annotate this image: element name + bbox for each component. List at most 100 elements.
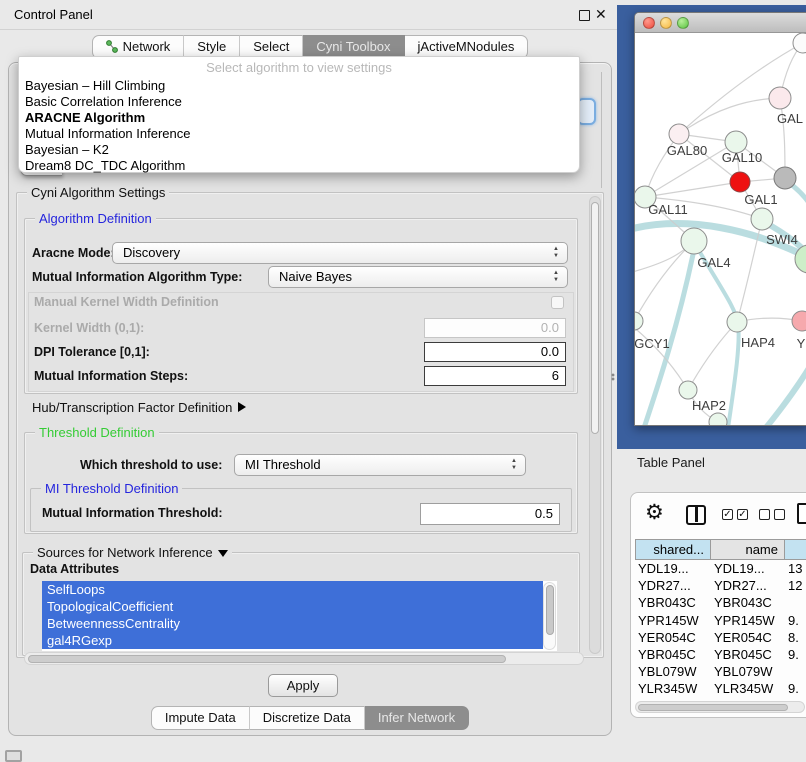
network-node[interactable] [669,124,689,144]
network-edge[interactable] [679,98,780,134]
network-node[interactable] [751,208,773,230]
scrollbar-thumb[interactable] [28,655,506,663]
table-row[interactable]: YBL079WYBL079W [635,663,806,680]
select-all-check-icon[interactable]: ✓ [737,509,748,520]
table-cell: YDL19... [635,560,711,577]
network-window[interactable]: GALGAL80GAL10GAL1GAL11SWI4GAL4GCY1HAP4YH… [634,12,806,426]
column-header[interactable] [785,539,806,560]
select-all-check-icon[interactable]: ✓ [722,509,733,520]
table-cell: 13 [785,560,806,577]
network-window-titlebar[interactable] [635,13,806,33]
node-label: HAP2 [692,398,726,413]
deselect-check-icon[interactable] [774,509,785,520]
stepper-icon: ▲▼ [509,458,519,472]
attribute-item-selected[interactable]: SelfLoops [42,581,543,598]
minimize-traffic-light-icon[interactable] [660,17,672,29]
zoom-traffic-light-icon[interactable] [677,17,689,29]
network-edge-weighted[interactable] [745,351,806,426]
collapse-right-icon [238,402,246,412]
close-traffic-light-icon[interactable] [643,17,655,29]
minimized-panel-icon[interactable] [5,750,22,762]
data-attributes-list[interactable]: SelfLoopsTopologicalCoefficientBetweenne… [42,581,557,651]
manual-kernel-checkbox[interactable] [551,296,564,309]
table-cell: YLR345W [711,680,785,697]
mi-type-value: Naive Bayes [279,269,352,284]
network-node[interactable] [635,312,643,330]
table-row[interactable]: YER054CYER054C8. [635,629,806,646]
algorithm-option[interactable]: ARACNE Algorithm [19,110,579,126]
algorithm-option[interactable]: Basic Correlation Inference [19,94,579,110]
network-node[interactable] [679,381,697,399]
network-node[interactable] [792,311,806,331]
close-icon[interactable]: ✕ [595,6,607,23]
algorithm-dropdown-list[interactable]: Select algorithm to view settings Bayesi… [18,56,580,173]
deselect-check-icon[interactable] [759,509,770,520]
mi-type-select[interactable]: Naive Bayes ▲▼ [268,266,568,288]
sources-title[interactable]: Sources for Network Inference [33,545,232,560]
dpi-tolerance-input[interactable]: 0.0 [424,342,566,362]
table-row[interactable]: YPR145WYPR145W9. [635,612,806,629]
network-node[interactable] [730,172,750,192]
table-row[interactable]: YBR045CYBR045C9. [635,646,806,663]
network-node[interactable] [727,312,747,332]
table-cell: YBL079W [635,663,711,680]
mi-threshold-definition-title: MI Threshold Definition [41,481,182,496]
algorithm-option[interactable]: Dream8 DC_TDC Algorithm [19,158,579,174]
algorithm-option[interactable]: Mutual Information Inference [19,126,579,142]
scrollbar-thumb[interactable] [638,704,788,711]
panel-splitter-handle[interactable] [611,373,615,381]
scrollbar-thumb[interactable] [591,202,599,434]
table-row[interactable]: YBR043CYBR043C [635,594,806,611]
kernel-width-input[interactable]: 0.0 [424,318,566,338]
aracne-mode-value: Discovery [123,245,180,260]
tab-discretize-data[interactable]: Discretize Data [250,706,365,730]
network-node[interactable] [709,413,727,426]
network-node[interactable] [774,167,796,189]
node-label: GCY1 [635,336,670,351]
table-cell: 8. [785,629,806,646]
mi-threshold-input[interactable]: 0.5 [420,503,560,525]
attribute-item-selected[interactable]: gal4RGexp [42,632,543,649]
table-row[interactable]: YDL19...YDL19...13 [635,560,806,577]
control-panel-titlebar: Control Panel ✕ [0,0,620,30]
network-node[interactable] [793,33,806,53]
network-graph[interactable]: GALGAL80GAL10GAL1GAL11SWI4GAL4GCY1HAP4YH… [635,33,806,426]
aracne-mode-label: Aracne Mode: [32,242,115,264]
algorithm-option[interactable]: Bayesian – K2 [19,142,579,158]
document-icon[interactable] [797,503,806,524]
attribute-item-selected[interactable]: BetweennessCentrality [42,615,543,632]
mi-steps-input[interactable]: 6 [424,366,566,386]
gear-icon[interactable]: ⚙ [645,501,664,525]
tab-infer-network[interactable]: Infer Network [365,706,469,730]
table-cell: YBR045C [635,646,711,663]
settings-horizontal-scrollbar[interactable] [24,652,584,665]
node-label: SWI4 [766,232,798,247]
float-window-icon[interactable] [579,10,590,21]
apply-button[interactable]: Apply [268,674,338,697]
table-cell [785,663,806,680]
tab-impute-data[interactable]: Impute Data [151,706,250,730]
scrollbar-thumb[interactable] [546,585,554,635]
network-edge[interactable] [780,98,785,178]
node-label: GAL10 [722,150,762,165]
table-row[interactable]: YLR345WYLR345W9. [635,680,806,697]
node-label: GAL4 [697,255,730,270]
attribute-item-selected[interactable]: TopologicalCoefficient [42,598,543,615]
which-threshold-select[interactable]: MI Threshold ▲▼ [234,454,526,476]
table-horizontal-scrollbar[interactable] [635,701,805,713]
attributes-vertical-scrollbar[interactable] [543,582,556,650]
hub-definition-toggle[interactable]: Hub/Transcription Factor Definition [32,400,246,415]
column-header[interactable]: shared... [635,539,711,560]
table-cell: YDL19... [711,560,785,577]
network-node[interactable] [681,228,707,254]
table-row[interactable]: YDR27...YDR27...12 [635,577,806,594]
network-edge[interactable] [688,322,737,390]
mi-type-label: Mutual Information Algorithm Type: [32,266,242,288]
aracne-mode-select[interactable]: Discovery ▲▼ [112,242,568,264]
algorithm-option[interactable]: Bayesian – Hill Climbing [19,78,579,94]
settings-vertical-scrollbar[interactable] [589,196,601,654]
network-edge[interactable] [645,182,740,197]
split-columns-icon[interactable] [686,505,706,525]
network-node[interactable] [769,87,791,109]
column-header[interactable]: name [711,539,785,560]
